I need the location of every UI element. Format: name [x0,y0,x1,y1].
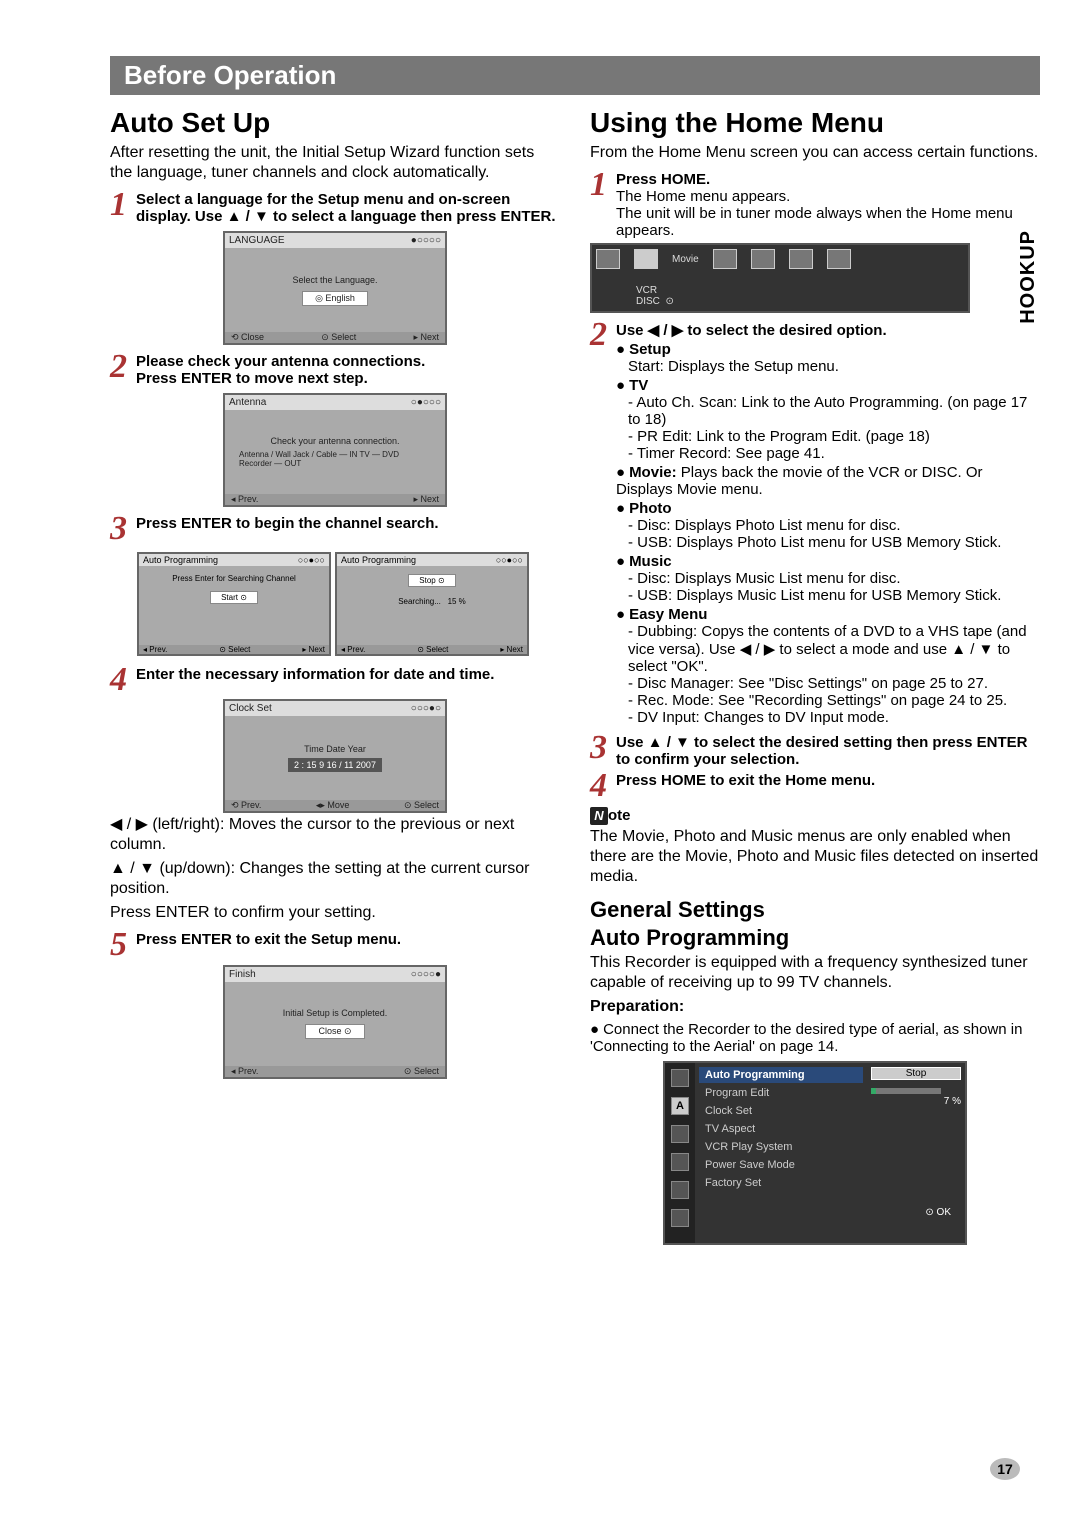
bullet-movie: Movie: [629,464,677,481]
hm-step-3: 3 Use ▲ / ▼ to select the desired settin… [590,734,1040,768]
menu-ok: ⊙ OK [871,1207,951,1218]
screenshot-setup-menu: A Auto Programming Program Edit Clock Se… [663,1061,967,1245]
home-icon-4 [751,249,775,269]
hm-step4-text: Press HOME to exit the Home menu. [616,772,875,799]
bullet-easy-menu: Easy Menu [629,606,707,623]
menu-right-pane: Stop 7 % ⊙ OK [867,1063,965,1243]
preparation-head: Preparation: [590,998,684,1015]
home-icon-1 [596,249,620,269]
step-1-text: Select a language for the Setup menu and… [136,191,560,225]
step4-note-3: Press ENTER to confirm your setting. [110,903,560,923]
screenshot-home-menu: Movie VCR DISC ⊙ [590,243,970,313]
right-column: Using the Home Menu From the Home Menu s… [590,103,1040,1247]
home-icon-3 [713,249,737,269]
menu-item-auto-programming: Auto Programming [699,1067,863,1083]
menu-cat-icon [671,1181,689,1199]
step-number-3: 3 [110,515,136,542]
bullet-setup: Setup [629,341,671,358]
menu-item-power-save: Power Save Mode [699,1157,863,1173]
shot2-title: Antenna [229,397,266,408]
hm-step-2: 2 Use ◀ / ▶ to select the desired option… [590,321,1040,726]
step-4-text: Enter the necessary information for date… [136,666,494,693]
hm-step-number-3: 3 [590,734,616,768]
menu-progress: 7 % [871,1096,961,1107]
shot2-body: Check your antenna connection. [270,436,399,446]
step-number-2: 2 [110,353,136,387]
screenshot-finish: Finish○○○○● Initial Setup is Completed. … [223,965,447,1079]
menu-cat-icon-a: A [671,1097,689,1115]
step-number-5: 5 [110,931,136,958]
menu-cat-icon [671,1069,689,1087]
menu-item-factory-set: Factory Set [699,1175,863,1191]
screenshot-antenna: Antenna○●○○○ Check your antenna connecti… [223,393,447,507]
step-number-1: 1 [110,191,136,225]
step-5: 5 Press ENTER to exit the Setup menu. [110,931,560,958]
manual-page: Before Operation HOOKUP Auto Set Up Afte… [0,0,1080,1528]
hm-step-1: 1 Press HOME. The Home menu appears. The… [590,171,1040,239]
menu-cat-icon [671,1153,689,1171]
hm-step-4: 4 Press HOME to exit the Home menu. [590,772,1040,799]
shot1-body: Select the Language. [292,275,377,285]
step-number-4: 4 [110,666,136,693]
section-title-bar: Before Operation [110,56,1040,95]
auto-programming-intro: This Recorder is equipped with a frequen… [590,953,1040,993]
hm-step1-l1: The Home menu appears. [616,188,790,205]
menu-cat-icon [671,1209,689,1227]
bullet-photo: Photo [629,500,672,517]
home-menu-intro: From the Home Menu screen you can access… [590,143,1040,163]
shot1-button: ◎ English [302,291,368,306]
step-2-text: Please check your antenna connections. P… [136,353,425,387]
shot2-diagram-labels: Antenna / Wall Jack / Cable — IN TV — DV… [239,450,431,468]
step-3-text: Press ENTER to begin the channel search. [136,515,439,542]
home-icon-5 [789,249,813,269]
menu-icon-column: A [665,1063,695,1243]
step-2: 2 Please check your antenna connections.… [110,353,560,387]
hm-step2-bold: Use ◀ / ▶ to select the desired option. [616,322,887,339]
auto-set-up-intro: After resetting the unit, the Initial Se… [110,143,560,183]
hm-step3-text: Use ▲ / ▼ to select the desired setting … [616,734,1040,768]
hm-step1-l2: The unit will be in tuner mode always wh… [616,205,1013,239]
bullet-tv: TV [629,377,648,394]
note-body: The Movie, Photo and Music menus are onl… [590,827,1040,887]
note-icon: N [590,807,608,825]
step-1: 1 Select a language for the Setup menu a… [110,191,560,225]
screenshot-clock-set: Clock Set○○○●○ Time Date Year 2 : 15 9 1… [223,699,447,813]
bullet-music: Music [629,553,672,570]
menu-item-vcr-play: VCR Play System [699,1139,863,1155]
auto-programming-heading: Auto Programming [590,925,1040,951]
step-3: 3 Press ENTER to begin the channel searc… [110,515,560,542]
sidebar-chapter-tab: HOOKUP [1017,230,1040,324]
menu-item-clock-set: Clock Set [699,1103,863,1119]
step4-note-1: ◀ / ▶ (left/right): Moves the cursor to … [110,815,560,855]
general-settings-heading: General Settings [590,897,1040,923]
menu-item-list: Auto Programming Program Edit Clock Set … [695,1063,867,1243]
note-label: ote [608,807,631,824]
menu-cat-icon [671,1125,689,1143]
step-5-text: Press ENTER to exit the Setup menu. [136,931,401,958]
menu-stop-button: Stop [871,1067,961,1080]
shot1-title: LANGUAGE [229,235,285,246]
screenshot-language: LANGUAGE●○○○○ Select the Language. ◎ Eng… [223,231,447,345]
step-4: 4 Enter the necessary information for da… [110,666,560,693]
menu-item-program-edit: Program Edit [699,1085,863,1101]
screenshot-autoprog-start: Auto Programming○○●○○ Press Enter for Se… [137,552,331,656]
home-icon-6 [827,249,851,269]
hm-step-number-4: 4 [590,772,616,799]
home-menu-heading: Using the Home Menu [590,107,1040,139]
step4-note-2: ▲ / ▼ (up/down): Changes the setting at … [110,859,560,899]
home-disc-selected: DISC [636,296,660,307]
preparation-line: Connect the Recorder to the desired type… [590,1021,1022,1055]
auto-set-up-heading: Auto Set Up [110,107,560,139]
home-icon-movie [634,249,658,269]
hm-step-number-2: 2 [590,321,616,726]
left-column: Auto Set Up After resetting the unit, th… [110,103,560,1247]
screenshot-autoprog-searching: Auto Programming○○●○○ Stop ⊙ Searching..… [335,552,529,656]
menu-item-tv-aspect: TV Aspect [699,1121,863,1137]
hm-step-number-1: 1 [590,171,616,239]
page-number-badge: 17 [990,1458,1020,1480]
hm-step1-bold: Press HOME. [616,171,710,188]
